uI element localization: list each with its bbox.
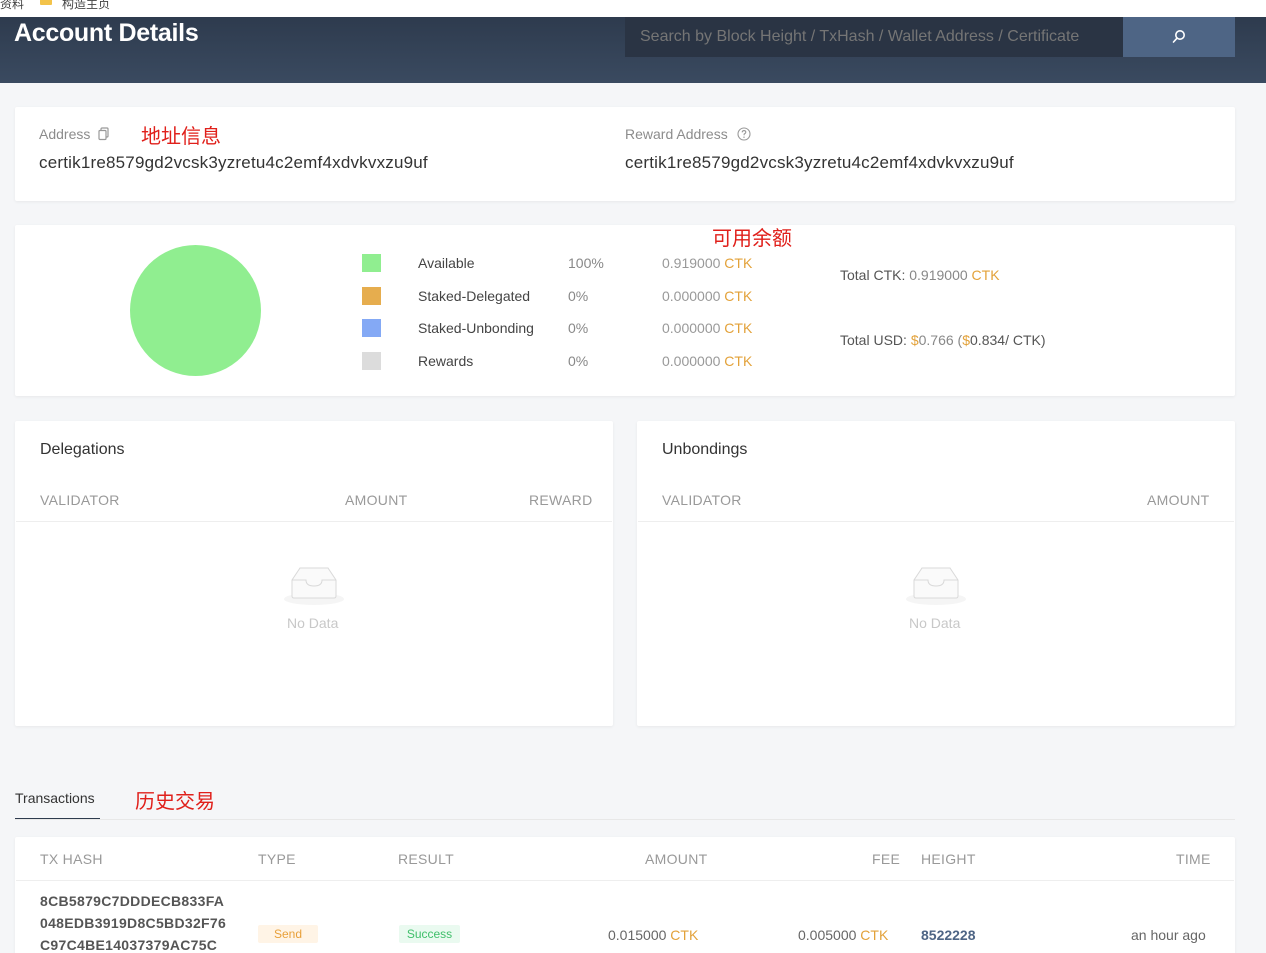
delegations-col-amount[interactable]: AMOUNT	[345, 492, 407, 508]
balance-pie-chart	[130, 245, 261, 376]
tx-height-link[interactable]: 8522228	[921, 927, 976, 943]
legend-label: Available	[418, 255, 475, 271]
copy-icon[interactable]	[98, 127, 110, 141]
unbondings-empty-text: No Data	[909, 615, 961, 631]
total-usd-value: 0.766	[918, 332, 954, 348]
total-usd: Total USD: $0.766 ($0.834/ CTK)	[840, 332, 1046, 348]
tabs-divider	[15, 819, 1235, 820]
divider	[16, 880, 1234, 881]
currency-symbol: $	[910, 332, 919, 348]
total-ctk-unit: CTK	[971, 267, 1000, 283]
price-currency-symbol: $	[962, 332, 971, 348]
bookmark-bar: 资料 构造主页	[0, 0, 1266, 17]
legend-amount: 0.919000 CTK	[662, 255, 753, 271]
tx-col-amount[interactable]: AMOUNT	[645, 851, 707, 867]
unbondings-col-validator[interactable]: VALIDATOR	[662, 492, 742, 508]
legend-swatch[interactable]	[362, 287, 381, 305]
legend-swatch[interactable]	[362, 352, 381, 370]
page-header: Account Details	[0, 17, 1266, 83]
empty-inbox-icon	[284, 567, 344, 605]
legend-label: Staked-Delegated	[418, 288, 531, 304]
tx-col-height[interactable]: HEIGHT	[921, 851, 976, 867]
legend-amount: 0.000000 CTK	[662, 288, 753, 304]
tab-transactions[interactable]: Transactions	[15, 790, 95, 806]
unbondings-col-amount[interactable]: AMOUNT	[1147, 492, 1209, 508]
total-usd-label: Total USD:	[840, 332, 907, 348]
delegations-col-reward[interactable]: REWARD	[529, 492, 593, 508]
legend-percent: 0%	[568, 353, 589, 369]
search-button[interactable]	[1123, 17, 1235, 57]
help-icon[interactable]	[737, 127, 751, 141]
tx-hash-link[interactable]: 8CB5879C7DDDECB833FA 048EDB3919D8C5BD32F…	[40, 890, 226, 953]
delegations-title: Delegations	[40, 441, 125, 458]
ctk-price-value: 0.834	[970, 332, 1006, 348]
search-input[interactable]	[625, 17, 1123, 57]
page-title: Account Details	[14, 19, 199, 47]
legend-swatch[interactable]	[362, 254, 381, 272]
legend-percent: 0%	[568, 320, 589, 336]
tx-amount: 0.015000 CTK	[608, 927, 699, 943]
bookmark-item[interactable]: 资料	[0, 0, 24, 12]
empty-inbox-icon	[906, 567, 966, 605]
legend-percent: 100%	[568, 255, 604, 271]
tx-time: an hour ago	[1131, 927, 1206, 943]
total-ctk-value: 0.919000	[909, 267, 968, 283]
ctk-price-suffix: / CTK)	[1005, 332, 1046, 348]
delegations-col-validator[interactable]: VALIDATOR	[40, 492, 120, 508]
balance-annotation: 可用余额	[712, 226, 792, 250]
legend-amount: 0.000000 CTK	[662, 320, 753, 336]
bookmark-item[interactable]: 构造主页	[62, 0, 110, 12]
tx-fee: 0.005000 CTK	[798, 927, 889, 943]
tx-type-badge: Send	[258, 925, 318, 943]
delegations-empty-text: No Data	[287, 615, 339, 631]
tx-col-type[interactable]: TYPE	[258, 851, 296, 867]
legend-label: Staked-Unbonding	[418, 320, 534, 336]
legend-swatch[interactable]	[362, 319, 381, 337]
search-icon	[1172, 30, 1185, 43]
legend-percent: 0%	[568, 288, 589, 304]
total-ctk: Total CTK: 0.919000 CTK	[840, 267, 1000, 283]
address-value: certik1re8579gd2vcsk3yzretu4c2emf4xdvkvx…	[39, 153, 428, 172]
tx-col-hash[interactable]: TX HASH	[40, 851, 103, 867]
tx-result-badge: Success	[399, 925, 460, 943]
folder-icon	[40, 0, 52, 5]
address-label: Address	[39, 126, 91, 142]
address-annotation: 地址信息	[141, 124, 221, 148]
reward-address-label: Reward Address	[625, 126, 728, 142]
transactions-annotation: 历史交易	[135, 789, 215, 813]
tx-col-result[interactable]: RESULT	[398, 851, 454, 867]
unbondings-title: Unbondings	[662, 441, 748, 458]
divider	[16, 521, 612, 522]
divider	[638, 521, 1234, 522]
tx-amount-unit: CTK	[670, 927, 699, 943]
legend-label: Rewards	[418, 353, 474, 369]
total-ctk-label: Total CTK:	[840, 267, 906, 283]
legend-amount: 0.000000 CTK	[662, 353, 753, 369]
tx-fee-unit: CTK	[860, 927, 889, 943]
reward-address-value: certik1re8579gd2vcsk3yzretu4c2emf4xdvkvx…	[625, 153, 1014, 172]
tx-col-time[interactable]: TIME	[1176, 851, 1211, 867]
tx-col-fee[interactable]: FEE	[872, 851, 900, 867]
